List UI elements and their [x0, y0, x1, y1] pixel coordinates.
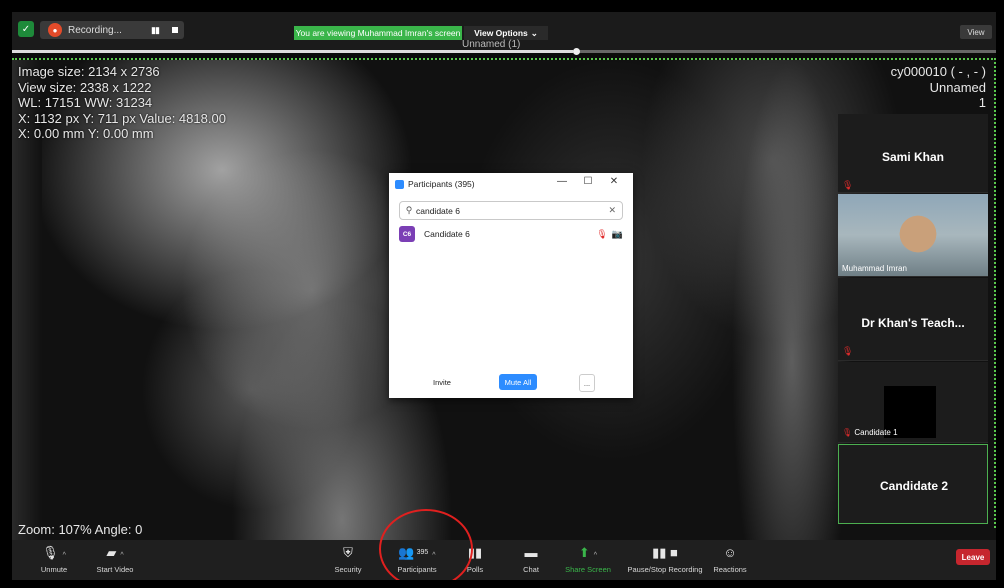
mute-all-button[interactable]: Mute All	[499, 374, 537, 390]
red-annotation-circle	[379, 509, 473, 580]
progress-knob[interactable]	[572, 48, 580, 55]
window-controls: — ☐ ✕	[549, 176, 627, 187]
image-meta-overlay: cy000010 ( - , - ) Unnamed 1	[891, 64, 986, 111]
window-level-text: WL: 17151 WW: 31234	[18, 95, 153, 110]
share-screen-label: Share Screen	[565, 565, 611, 574]
unmute-button[interactable]: 🎙 ^ Unmute	[36, 544, 72, 574]
view-options-label: View Options	[474, 28, 528, 38]
chevron-down-icon: ⌄	[530, 27, 538, 38]
unmute-label: Unmute	[40, 565, 68, 574]
zoom-window: Image size: 2134 x 2736 View size: 2338 …	[12, 12, 996, 580]
image-info-overlay: Image size: 2134 x 2736 View size: 2338 …	[18, 64, 226, 142]
progress-fill	[12, 50, 573, 53]
chevron-up-icon[interactable]: ^	[594, 552, 597, 559]
video-tile-muhammad-imran[interactable]: Muhammad Imran	[838, 194, 988, 277]
video-tile-sami-khan[interactable]: Sami Khan 🎙	[838, 114, 988, 193]
minimize-icon[interactable]: —	[549, 176, 575, 187]
recording-label: Recording...	[68, 24, 122, 36]
more-options-button[interactable]: ...	[579, 374, 595, 392]
participant-row[interactable]: C6 Candidate 6 🎙 📷	[399, 225, 623, 243]
top-bar: ✓ ● Recording... ▮▮ You are viewing Muha…	[12, 12, 996, 55]
mic-muted-icon: 🎙	[842, 180, 854, 190]
meeting-toolbar: 🎙 ^ Unmute ▰ ^ Start Video ⛨ Security 👥 395…	[12, 540, 996, 580]
image-size-text: Image size: 2134 x 2736	[18, 64, 160, 79]
zoom-app-icon	[395, 179, 404, 189]
chat-button[interactable]: ▬ Chat	[518, 544, 544, 574]
tile-name: Candidate 1	[854, 428, 898, 437]
stop-recording-icon[interactable]	[166, 27, 184, 33]
tile-name: Candidate 2	[879, 479, 948, 493]
chevron-up-icon[interactable]: ^	[63, 552, 66, 559]
viewing-screen-banner: You are viewing Muhammad Imran's screen	[294, 26, 462, 40]
participant-search-box[interactable]: ⚲ ✕	[399, 201, 623, 220]
tile-name: Muhammad Imran	[842, 264, 907, 273]
video-tile-candidate-1[interactable]: 🎙 Candidate 1	[838, 362, 988, 443]
participants-panel: Participants (395) — ☐ ✕ ⚲ ✕ C6 Candidat…	[389, 173, 633, 398]
invite-button[interactable]: Invite	[427, 374, 457, 390]
clear-search-icon[interactable]: ✕	[608, 205, 616, 216]
video-off-icon: ▰ ^	[106, 545, 124, 560]
view-size-text: View size: 2338 x 1222	[18, 79, 152, 95]
tile-name: Dr Khan's Teach...	[861, 316, 965, 330]
share-screen-icon: ⬆ ^	[578, 545, 598, 560]
playback-progress-bar[interactable]	[12, 48, 996, 55]
chat-label: Chat	[523, 565, 539, 574]
shield-icon: ⛨	[343, 545, 353, 560]
video-tile-dr-khans-teach[interactable]: Dr Khan's Teach... 🎙	[838, 278, 988, 361]
image-index-text: 1	[978, 95, 986, 110]
video-tile-candidate-2[interactable]: Candidate 2	[838, 444, 988, 524]
maximize-icon[interactable]: ☐	[575, 176, 601, 187]
share-border-top	[12, 58, 996, 60]
smiley-icon: ☺	[723, 545, 737, 560]
participant-name: Candidate 6	[424, 229, 470, 239]
share-border-right	[994, 58, 996, 528]
view-button[interactable]: View	[960, 25, 992, 39]
zoom-angle-text: Zoom: 107% Angle: 0	[18, 522, 143, 537]
mm-position-text: X: 0.00 mm Y: 0.00 mm	[18, 126, 154, 141]
participant-search-input[interactable]	[416, 205, 596, 216]
pixel-value-text: X: 1132 px Y: 711 px Value: 4818.00	[18, 110, 226, 126]
participants-title-text: Participants (395)	[408, 179, 475, 189]
close-icon[interactable]: ✕	[601, 176, 627, 187]
start-video-button[interactable]: ▰ ^ Start Video	[90, 544, 140, 574]
recording-icon: ●	[48, 23, 62, 37]
mic-muted-icon: 🎙	[842, 428, 853, 437]
recording-indicator: ● Recording... ▮▮	[40, 21, 184, 39]
pause-stop-label: Pause/Stop Recording	[627, 565, 703, 574]
chat-icon: ▬	[524, 545, 538, 560]
participants-panel-title: Participants (395)	[395, 179, 475, 189]
mic-muted-icon: 🎙 ^	[42, 545, 66, 560]
video-gallery: Sami Khan 🎙 Muhammad Imran Dr Khan's Tea…	[838, 114, 988, 532]
mic-muted-icon: 🎙	[596, 228, 608, 239]
image-id-text: cy000010 ( - , - )	[890, 64, 986, 79]
image-name-text: Unnamed	[929, 79, 986, 95]
reactions-button[interactable]: ☺ Reactions	[712, 544, 748, 574]
chevron-up-icon[interactable]: ^	[120, 552, 123, 559]
security-button[interactable]: ⛨ Security	[330, 544, 366, 574]
security-shield-icon[interactable]: ✓	[18, 21, 34, 37]
pause-stop-icon: ▮▮ ■	[652, 545, 678, 560]
leave-button[interactable]: Leave	[956, 549, 990, 565]
video-off-icon: 📷	[611, 228, 623, 239]
reactions-label: Reactions	[713, 565, 747, 574]
pause-stop-recording-button[interactable]: ▮▮ ■ Pause/Stop Recording	[622, 544, 708, 574]
security-label: Security	[334, 565, 362, 574]
tile-name: Sami Khan	[881, 150, 944, 164]
avatar: C6	[399, 226, 415, 242]
view-options-button[interactable]: View Options ⌄	[464, 26, 548, 40]
view-button-label: View	[967, 27, 985, 37]
participant-status-icons: 🎙 📷	[596, 229, 623, 240]
pause-recording-icon[interactable]: ▮▮	[144, 25, 166, 36]
tile-label: 🎙 Candidate 1	[842, 428, 898, 437]
search-icon: ⚲	[405, 205, 413, 215]
shared-document-title: Unnamed (1)	[462, 39, 521, 50]
start-video-label: Start Video	[96, 565, 134, 574]
share-screen-button[interactable]: ⬆ ^ Share Screen	[562, 544, 614, 574]
mic-muted-icon: 🎙	[842, 346, 854, 356]
